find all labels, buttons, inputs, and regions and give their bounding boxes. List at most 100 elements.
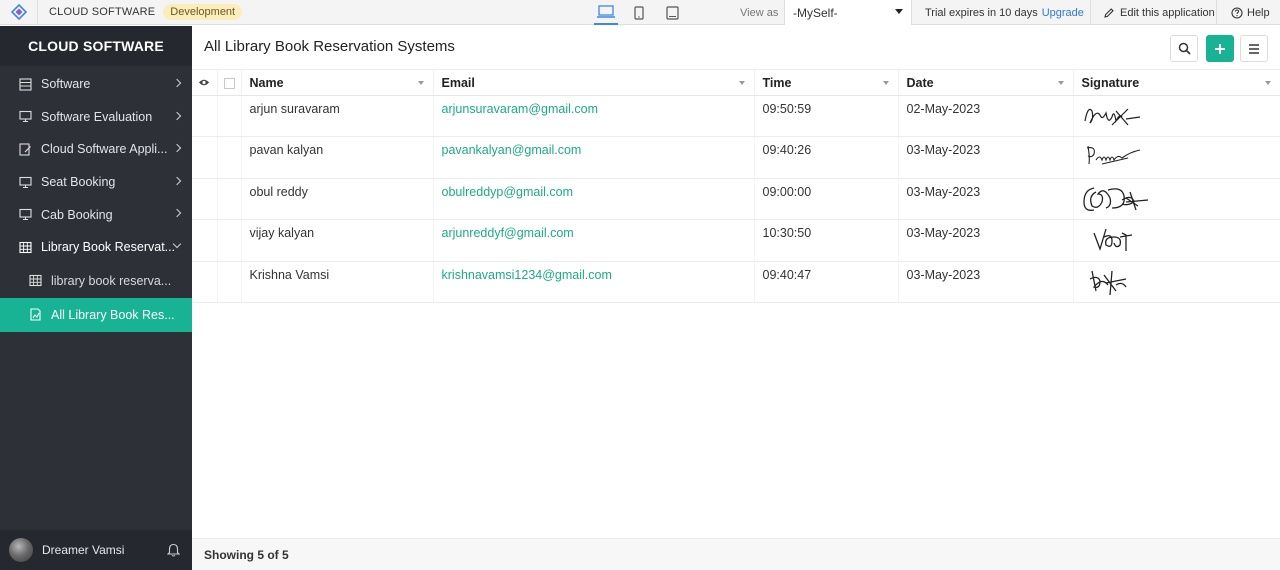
row-select-cell	[217, 178, 242, 221]
mobile-view-icon[interactable]	[627, 0, 651, 25]
chevron-right-icon	[172, 176, 182, 186]
email-cell[interactable]: pavankalyan@gmail.com	[433, 136, 755, 179]
name-cell: vijay kalyan	[241, 219, 434, 262]
signature-cell	[1073, 178, 1280, 221]
avatar[interactable]	[9, 538, 33, 562]
row-spacer	[192, 95, 218, 138]
checkbox[interactable]	[223, 77, 235, 89]
signature-cell	[1073, 261, 1280, 303]
time-cell: 09:40:26	[754, 136, 899, 179]
environment-badge[interactable]: Development	[163, 4, 243, 20]
sidebar-subitem-all-library-book-reservations[interactable]: All Library Book Res...	[0, 297, 192, 332]
pencil-icon	[1104, 7, 1114, 18]
user-name: Dreamer Vamsi	[42, 543, 125, 557]
sidebar-item-label: All Library Book Res...	[51, 307, 175, 322]
row-spacer	[192, 136, 218, 179]
tablet-view-icon[interactable]	[660, 0, 684, 25]
app-logo-icon[interactable]	[0, 0, 38, 25]
view-as-select[interactable]: -MySelf-	[784, 0, 912, 25]
date-cell: 02-May-2023	[898, 95, 1074, 138]
hamburger-menu-icon	[1249, 43, 1259, 54]
sidebar-subitem-library-book-reservation-form[interactable]: library book reserva...	[0, 264, 192, 298]
upgrade-link[interactable]: Upgrade	[1042, 7, 1084, 19]
sidebar-item-cloud-software-application[interactable]: Cloud Software Appli...	[0, 133, 192, 166]
row-select-cell	[217, 261, 242, 303]
sidebar-item-library-book-reservation[interactable]: Library Book Reservat...	[0, 231, 192, 264]
trial-text: Trial expires in 10 days	[925, 6, 1038, 19]
row-spacer	[192, 178, 218, 221]
more-options-button[interactable]	[1240, 35, 1268, 62]
user-profile[interactable]: Dreamer Vamsi	[0, 530, 192, 570]
app-name[interactable]: CLOUD SOFTWARE	[49, 6, 155, 18]
time-cell: 09:40:47	[754, 261, 899, 303]
signature-image	[1089, 270, 1127, 295]
column-header-label: Name	[249, 75, 284, 90]
sort-caret-icon[interactable]	[738, 81, 745, 85]
table-row[interactable]: pavan kalyan pavankalyan@gmail.com 09:40…	[192, 136, 1280, 179]
column-header-date[interactable]: Date	[898, 69, 1074, 96]
sort-caret-icon[interactable]	[1057, 81, 1064, 85]
sidebar-item-software[interactable]: Software	[0, 68, 192, 101]
column-visibility-toggle[interactable]	[192, 69, 218, 96]
sidebar-item-seat-booking[interactable]: Seat Booking	[0, 166, 192, 199]
signature-image	[1083, 108, 1140, 126]
table-header-row: Name Email Time Date Signature	[192, 69, 1280, 96]
sidebar-item-label: Cloud Software Appli...	[41, 142, 168, 157]
table-icon	[18, 240, 32, 254]
column-header-email[interactable]: Email	[433, 69, 755, 96]
sidebar-item-software-evaluation[interactable]: Software Evaluation	[0, 101, 192, 134]
help-button[interactable]: Help	[1231, 0, 1270, 25]
table-row[interactable]: obul reddy obulreddyp@gmail.com 09:00:00…	[192, 178, 1280, 221]
desktop-view-icon[interactable]	[594, 0, 618, 25]
records-count: Showing 5 of 5	[204, 547, 289, 562]
time-cell: 09:50:59	[754, 95, 899, 138]
column-header-label: Date	[906, 75, 934, 90]
sidebar-app-title: CLOUD SOFTWARE	[0, 26, 192, 66]
signature-cell	[1073, 219, 1280, 262]
add-record-button[interactable]	[1206, 35, 1234, 62]
table-row[interactable]: Krishna Vamsi krishnavamsi1234@gmail.com…	[192, 261, 1280, 303]
column-header-time[interactable]: Time	[754, 69, 899, 96]
plus-icon	[1215, 43, 1225, 54]
sort-caret-icon[interactable]	[417, 81, 424, 85]
date-cell: 03-May-2023	[898, 219, 1074, 262]
column-header-label: Time	[762, 75, 792, 90]
monitor-icon	[18, 208, 32, 222]
name-cell: Krishna Vamsi	[241, 261, 434, 303]
chevron-right-icon	[172, 78, 182, 88]
column-header-name[interactable]: Name	[241, 69, 434, 96]
signature-cell	[1073, 95, 1280, 138]
time-cell: 09:00:00	[754, 178, 899, 221]
sidebar-item-label: Software Evaluation	[41, 109, 153, 124]
sort-caret-icon[interactable]	[1264, 81, 1271, 85]
date-cell: 03-May-2023	[898, 136, 1074, 179]
email-cell[interactable]: obulreddyp@gmail.com	[433, 178, 755, 221]
sidebar-item-cab-booking[interactable]: Cab Booking	[0, 198, 192, 231]
help-label: Help	[1247, 6, 1270, 19]
date-cell: 03-May-2023	[898, 178, 1074, 221]
edit-application-button[interactable]: Edit this application	[1090, 0, 1217, 25]
select-all-checkbox[interactable]	[217, 69, 242, 96]
chevron-right-icon	[172, 209, 182, 218]
sidebar-item-label: Library Book Reservat...	[41, 240, 176, 255]
table-row[interactable]: arjun suravaram arjunsuravaram@gmail.com…	[192, 95, 1280, 138]
row-spacer	[192, 219, 218, 262]
row-spacer	[192, 261, 218, 303]
row-select-cell	[217, 219, 242, 262]
sidebar-item-label: Software	[41, 77, 91, 92]
search-button[interactable]	[1170, 35, 1198, 62]
column-header-signature[interactable]: Signature	[1073, 69, 1280, 96]
sidebar-item-label: Cab Booking	[41, 207, 113, 222]
bell-icon[interactable]	[166, 543, 181, 560]
email-cell[interactable]: krishnavamsi1234@gmail.com	[433, 261, 755, 303]
sort-caret-icon[interactable]	[882, 81, 889, 85]
eye-icon	[199, 79, 210, 85]
help-icon	[1231, 6, 1243, 19]
search-icon	[1178, 42, 1191, 55]
email-cell[interactable]: arjunreddyf@gmail.com	[433, 219, 755, 262]
monitor-icon	[18, 175, 32, 189]
email-cell[interactable]: arjunsuravaram@gmail.com	[433, 95, 755, 138]
signature-image	[1082, 187, 1148, 211]
table-row[interactable]: vijay kalyan arjunreddyf@gmail.com 10:30…	[192, 219, 1280, 262]
column-header-label: Signature	[1081, 75, 1140, 90]
